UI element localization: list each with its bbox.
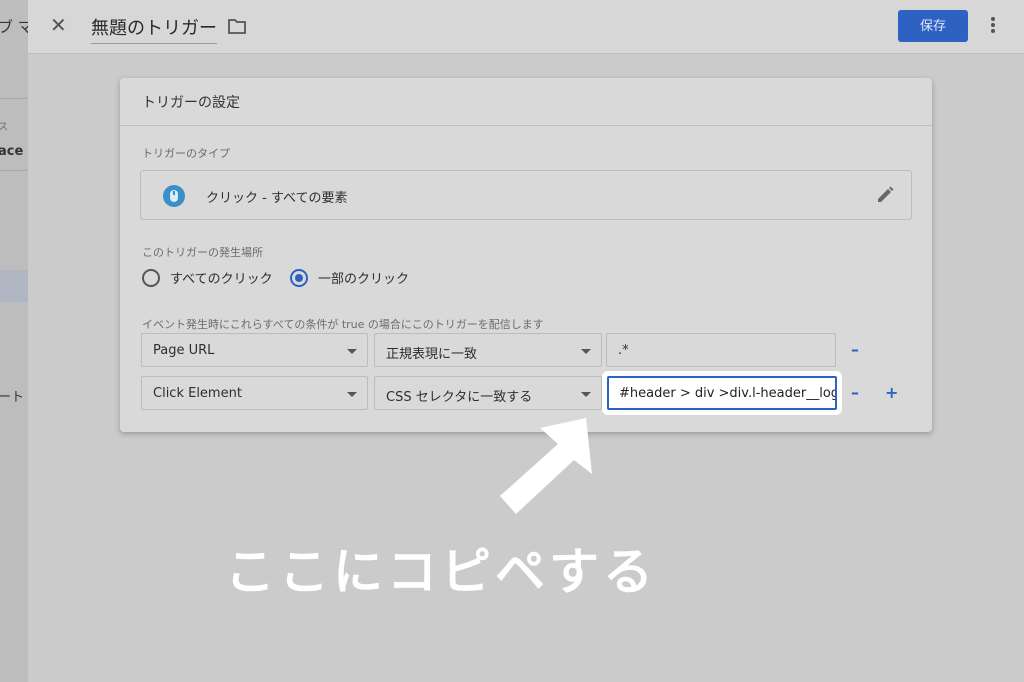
css-selector-input[interactable]: #header > div >div.l-header__logo : xyxy=(607,376,837,410)
condition-operator-select[interactable]: 正規表現に一致 xyxy=(374,333,602,367)
remove-condition-button[interactable]: – xyxy=(851,340,859,359)
trigger-type-value: クリック - すべての要素 xyxy=(206,191,348,206)
condition-operator-select[interactable]: CSS セレクタに一致する xyxy=(374,376,602,410)
conditions-label: イベント発生時にこれらすべての条件が true の場合にこのトリガーを配信します xyxy=(142,318,544,331)
select-value: 正規表現に一致 xyxy=(386,347,478,362)
add-condition-button[interactable]: + xyxy=(885,383,898,402)
radio-some-clicks[interactable]: 一部のクリック xyxy=(290,268,409,287)
background-text-fragment: ス xyxy=(0,122,8,133)
card-title: トリガーの設定 xyxy=(120,78,932,126)
background-text-fragment: ート xyxy=(0,390,25,405)
radio-circle[interactable] xyxy=(142,268,160,287)
editor-top-bar: ✕ 無題のトリガー 保存 xyxy=(28,0,1024,54)
mouse-click-icon xyxy=(163,185,185,207)
divider xyxy=(0,98,28,99)
condition-variable-select[interactable]: Click Element xyxy=(141,376,368,410)
fire-on-label: このトリガーの発生場所 xyxy=(142,246,263,259)
trigger-config-card: トリガーの設定 トリガーのタイプ クリック - すべての要素 このトリガーの発生… xyxy=(120,78,932,432)
radio-all-clicks[interactable]: すべてのクリック xyxy=(142,268,273,287)
background-text-fragment: ブ マ xyxy=(0,18,28,36)
select-value: CSS セレクタに一致する xyxy=(386,390,533,405)
annotation-caption: ここにコピペする xyxy=(225,543,657,601)
select-value: Page URL xyxy=(153,343,215,358)
close-icon[interactable]: ✕ xyxy=(50,15,70,35)
background-selected-nav-item xyxy=(0,270,28,302)
dropdown-caret-icon xyxy=(347,349,357,354)
trigger-title[interactable]: 無題のトリガー xyxy=(91,14,217,44)
trigger-type-label: トリガーのタイプ xyxy=(142,147,230,160)
dropdown-caret-icon xyxy=(347,392,357,397)
remove-condition-button[interactable]: – xyxy=(851,383,859,402)
background-text-fragment: ace xyxy=(0,144,24,159)
condition-value-input[interactable]: .* xyxy=(606,333,836,367)
folder-icon[interactable] xyxy=(228,18,246,34)
save-button[interactable]: 保存 xyxy=(898,10,968,42)
radio-label: 一部のクリック xyxy=(318,272,410,287)
dropdown-caret-icon xyxy=(581,392,591,397)
divider xyxy=(0,170,28,171)
more-vert-icon[interactable] xyxy=(990,15,996,35)
radio-label: すべてのクリック xyxy=(170,272,273,287)
condition-variable-select[interactable]: Page URL xyxy=(141,333,368,367)
background-app-strip: ブ マ ス ace ート xyxy=(0,0,28,682)
trigger-type-selector[interactable]: クリック - すべての要素 xyxy=(140,170,912,220)
select-value: Click Element xyxy=(153,386,242,401)
annotation-arrow-icon xyxy=(500,418,592,514)
pencil-icon[interactable] xyxy=(875,185,895,205)
radio-circle-selected[interactable] xyxy=(290,268,308,287)
dropdown-caret-icon xyxy=(581,349,591,354)
